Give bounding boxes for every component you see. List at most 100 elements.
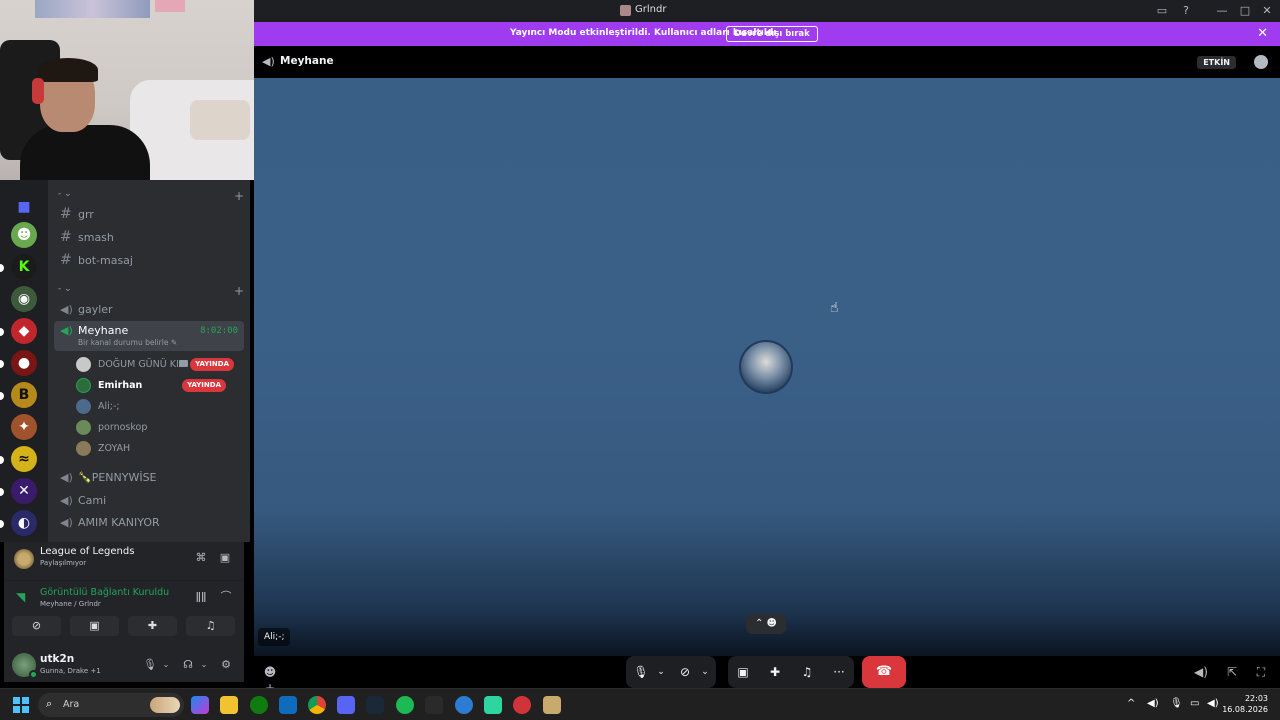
soundboard-icon[interactable]: ♫ (798, 664, 816, 680)
more-options-icon[interactable]: ··· (830, 664, 848, 680)
voice-user[interactable]: ZOYAH (76, 438, 244, 459)
voice-user[interactable]: DOĞUM GÜNÜ KIZI YAYINDA (76, 354, 244, 375)
chevron-down-icon[interactable]: ⌄ (158, 658, 174, 672)
user-panel: League of Legends Paylaşılmıyor ⌘ ▣ ◥ Gö… (4, 542, 244, 682)
voice-user-name: Ali;-; (98, 401, 120, 412)
add-channel-icon[interactable]: + (234, 284, 244, 298)
app-icon-blue[interactable] (455, 696, 473, 714)
connection-location: Meyhane / Grlndr (40, 600, 101, 608)
minimize-icon[interactable]: — (1215, 4, 1229, 18)
gamepad-icon[interactable]: ⌘ (193, 551, 209, 565)
server-icon-4[interactable]: ◆ (11, 318, 37, 344)
server-unread-pill (0, 328, 4, 336)
outlook-icon[interactable] (279, 696, 297, 714)
volume-icon[interactable]: ◀) (1207, 698, 1219, 709)
app-icon-red[interactable] (513, 696, 531, 714)
monitor-icon[interactable]: ▭ (1190, 698, 1199, 709)
connection-status[interactable]: Görüntülü Bağlantı Kuruldu (40, 587, 169, 598)
help-icon[interactable]: ? (1179, 4, 1193, 18)
copilot-icon[interactable] (191, 696, 209, 714)
voice-channel-meyhane[interactable]: ◀) Meyhane 8:02:00 Bir kanal durumu beli… (54, 321, 244, 351)
camera-off-button[interactable]: ⊘ (12, 616, 61, 636)
windows-start-icon[interactable] (13, 697, 29, 713)
category-name: - ⌄ (58, 189, 72, 199)
steam-icon[interactable] (366, 696, 384, 714)
taskbar-clock[interactable]: 22:03 16.08.2026 (1222, 693, 1268, 715)
voice-channel-gayler[interactable]: ◀) gayler (54, 298, 244, 320)
chrome-icon[interactable] (308, 696, 326, 714)
screen-share-icon[interactable]: ▣ (217, 551, 233, 565)
webcam-overlay (0, 0, 254, 180)
microphone-icon[interactable]: 🎙 (1170, 698, 1183, 709)
close-banner-icon[interactable]: ✕ (1257, 26, 1268, 41)
server-icon-3[interactable]: ◉ (11, 286, 37, 312)
media-toggle-group: 🎙 ⌄ ⊘ ⌄ (626, 656, 716, 688)
category-header[interactable]: - ⌄ + (58, 284, 244, 298)
voice-channel-pennywise[interactable]: ◀) 🍾PENNYWİSE (54, 466, 244, 488)
maximize-icon[interactable]: □ (1238, 4, 1252, 18)
voice-user[interactable]: Emirhan YAYINDA (76, 375, 244, 396)
soundboard-button[interactable]: ♫ (186, 616, 235, 636)
close-icon[interactable]: ✕ (1260, 4, 1274, 18)
show-participants-button[interactable]: ⌃ ☻ (746, 614, 786, 634)
volume-icon[interactable]: ◀) (1193, 664, 1209, 680)
wall-poster-pink (155, 0, 185, 12)
server-icon-10[interactable]: ◐ (11, 510, 37, 536)
discord-icon[interactable] (337, 696, 355, 714)
camera-off-icon[interactable]: ⊘ (676, 664, 694, 680)
disable-streamer-mode-button[interactable]: Devre dışı bırak (726, 26, 818, 42)
activity-badge[interactable]: ETKİN (1197, 56, 1236, 69)
headphones-icon[interactable]: ☊ (180, 658, 196, 672)
disconnect-icon[interactable]: ⌒ (218, 590, 234, 604)
participant-avatar[interactable] (739, 340, 793, 394)
server-icon-9[interactable]: ✕ (11, 478, 37, 504)
activities-button[interactable]: ✚ (128, 616, 177, 636)
server-icon-6[interactable]: B (11, 382, 37, 408)
server-frog-icon[interactable]: ☻ (11, 222, 37, 248)
speaker-icon[interactable]: ◀) (1147, 698, 1159, 709)
channel-status-prompt[interactable]: Bir kanal durumu belirle ✎ (78, 338, 177, 347)
league-client-icon[interactable] (543, 696, 561, 714)
file-explorer-icon[interactable] (220, 696, 238, 714)
username[interactable]: utk2n (40, 653, 74, 665)
server-icon-5[interactable]: ● (11, 350, 37, 376)
category-header[interactable]: - ⌄ + (58, 189, 244, 203)
chevron-down-icon[interactable]: ⌄ (696, 664, 714, 680)
activities-icon[interactable]: ✚ (766, 664, 784, 680)
chevron-down-icon[interactable]: ⌄ (196, 658, 212, 672)
chat-bubble-icon[interactable] (1254, 55, 1268, 69)
share-screen-icon[interactable]: ▣ (734, 664, 752, 680)
taskbar-search[interactable]: ⌕ Ara (38, 693, 184, 717)
app-icon-teal[interactable] (484, 696, 502, 714)
direct-messages-icon[interactable]: ■ (11, 194, 37, 220)
channel-label: 🍾PENNYWİSE (78, 470, 157, 484)
server-kick-icon[interactable]: K (11, 254, 37, 280)
server-icon-8[interactable]: ≈ (11, 446, 37, 472)
server-icon-7[interactable]: ✦ (11, 414, 37, 440)
text-channel-bot-masaj[interactable]: # bot-masaj (54, 249, 244, 271)
xbox-icon[interactable] (250, 696, 268, 714)
chevron-up-icon[interactable]: ^ (1127, 698, 1135, 709)
share-screen-button[interactable]: ▣ (70, 616, 119, 636)
text-channel-smash[interactable]: # smash (54, 226, 244, 248)
spotify-icon[interactable] (396, 696, 414, 714)
microphone-icon[interactable]: 🎙 (632, 664, 650, 680)
voice-user[interactable]: Ali;-; (76, 396, 244, 417)
invite-people-icon[interactable]: ☻+ (262, 664, 278, 695)
chevron-down-icon[interactable]: ⌄ (652, 664, 670, 680)
pop-out-icon[interactable]: ⇱ (1224, 664, 1240, 680)
voice-channel-3[interactable]: ◀) AMIM KANIYOR (54, 511, 244, 533)
noise-suppression-icon[interactable]: ǁǁ (193, 590, 209, 604)
inbox-icon[interactable]: ▭ (1155, 4, 1169, 18)
voice-channel-cami[interactable]: ◀) Cami (54, 489, 244, 511)
microphone-icon[interactable]: 🎙 (142, 658, 158, 672)
fullscreen-icon[interactable]: ⛶ (1253, 664, 1269, 680)
settings-gear-icon[interactable]: ⚙ (218, 658, 234, 672)
add-channel-icon[interactable]: + (234, 189, 244, 203)
signal-icon[interactable]: ◥ (16, 590, 30, 604)
text-channel-grr[interactable]: # grr (54, 203, 244, 225)
avatar (76, 399, 91, 414)
epic-games-icon[interactable] (425, 696, 443, 714)
leave-call-button[interactable]: ☎ (862, 656, 906, 688)
voice-user[interactable]: pornoskop (76, 417, 244, 438)
